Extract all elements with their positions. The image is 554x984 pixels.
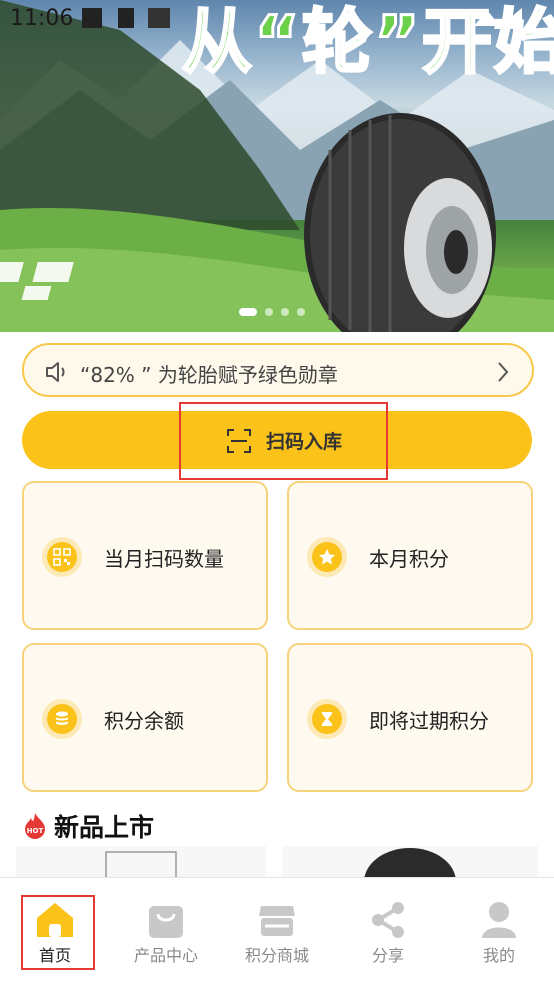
section-title: 新品上市 xyxy=(54,813,155,842)
product-thumbnails xyxy=(16,846,538,878)
home-tab-highlight xyxy=(21,895,95,970)
card-label: 本月积分 xyxy=(369,547,449,571)
notice-bar[interactable]: “82% ” 为轮胎赋予绿色勋章 xyxy=(22,343,534,397)
card-monthly-points[interactable]: 本月积分 xyxy=(287,481,533,630)
star-icon xyxy=(307,537,347,577)
gallery-icon xyxy=(148,8,170,28)
tab-label: 积分商城 xyxy=(244,946,309,965)
tab-product-center[interactable]: 产品中心 xyxy=(111,878,221,978)
carousel-indicator xyxy=(239,308,305,316)
qr-code-icon xyxy=(42,537,82,577)
store-icon xyxy=(259,906,295,936)
card-label: 当月扫码数量 xyxy=(104,547,224,571)
promo-banner[interactable]: 11:06 从“轮”开始 xyxy=(0,0,554,332)
card-points-balance[interactable]: 积分余额 xyxy=(22,643,268,792)
shopping-bag-icon xyxy=(149,906,183,938)
tab-label: 我的 xyxy=(482,946,515,965)
share-icon xyxy=(372,902,404,938)
tab-label: 产品中心 xyxy=(133,946,198,965)
tab-label: 分享 xyxy=(371,946,404,965)
scan-button-highlight xyxy=(179,402,388,480)
chevron-right-icon xyxy=(498,362,509,382)
home-screen: 11:06 从“轮”开始 “82% ” 为轮胎赋予绿色勋章 扫码入库 当月扫码数… xyxy=(0,0,554,984)
hourglass-icon xyxy=(307,699,347,739)
banner-title: 从“轮”开始 xyxy=(180,0,554,85)
user-icon xyxy=(482,902,516,938)
carousel-dot[interactable] xyxy=(239,308,257,316)
carousel-dot[interactable] xyxy=(265,308,273,316)
hot-flame-icon: HOT xyxy=(25,813,45,839)
card-label: 积分余额 xyxy=(104,709,184,733)
notice-text: “82% ” 为轮胎赋予绿色勋章 xyxy=(80,363,338,387)
new-products-header: HOT 新品上市 xyxy=(22,808,154,844)
tab-profile[interactable]: 我的 xyxy=(444,878,554,978)
card-label: 即将过期积分 xyxy=(369,709,489,733)
sim-icon xyxy=(118,8,134,28)
carousel-dot[interactable] xyxy=(297,308,305,316)
coins-icon xyxy=(42,699,82,739)
carousel-dot[interactable] xyxy=(281,308,289,316)
tab-points-mall[interactable]: 积分商城 xyxy=(222,878,332,978)
card-monthly-scans[interactable]: 当月扫码数量 xyxy=(22,481,268,630)
notification-icon xyxy=(82,8,102,28)
card-expiring-points[interactable]: 即将过期积分 xyxy=(287,643,533,792)
speaker-icon xyxy=(46,362,65,382)
hot-badge-text: HOT xyxy=(27,827,44,835)
product-strip[interactable] xyxy=(16,846,538,878)
tab-share[interactable]: 分享 xyxy=(333,878,443,978)
